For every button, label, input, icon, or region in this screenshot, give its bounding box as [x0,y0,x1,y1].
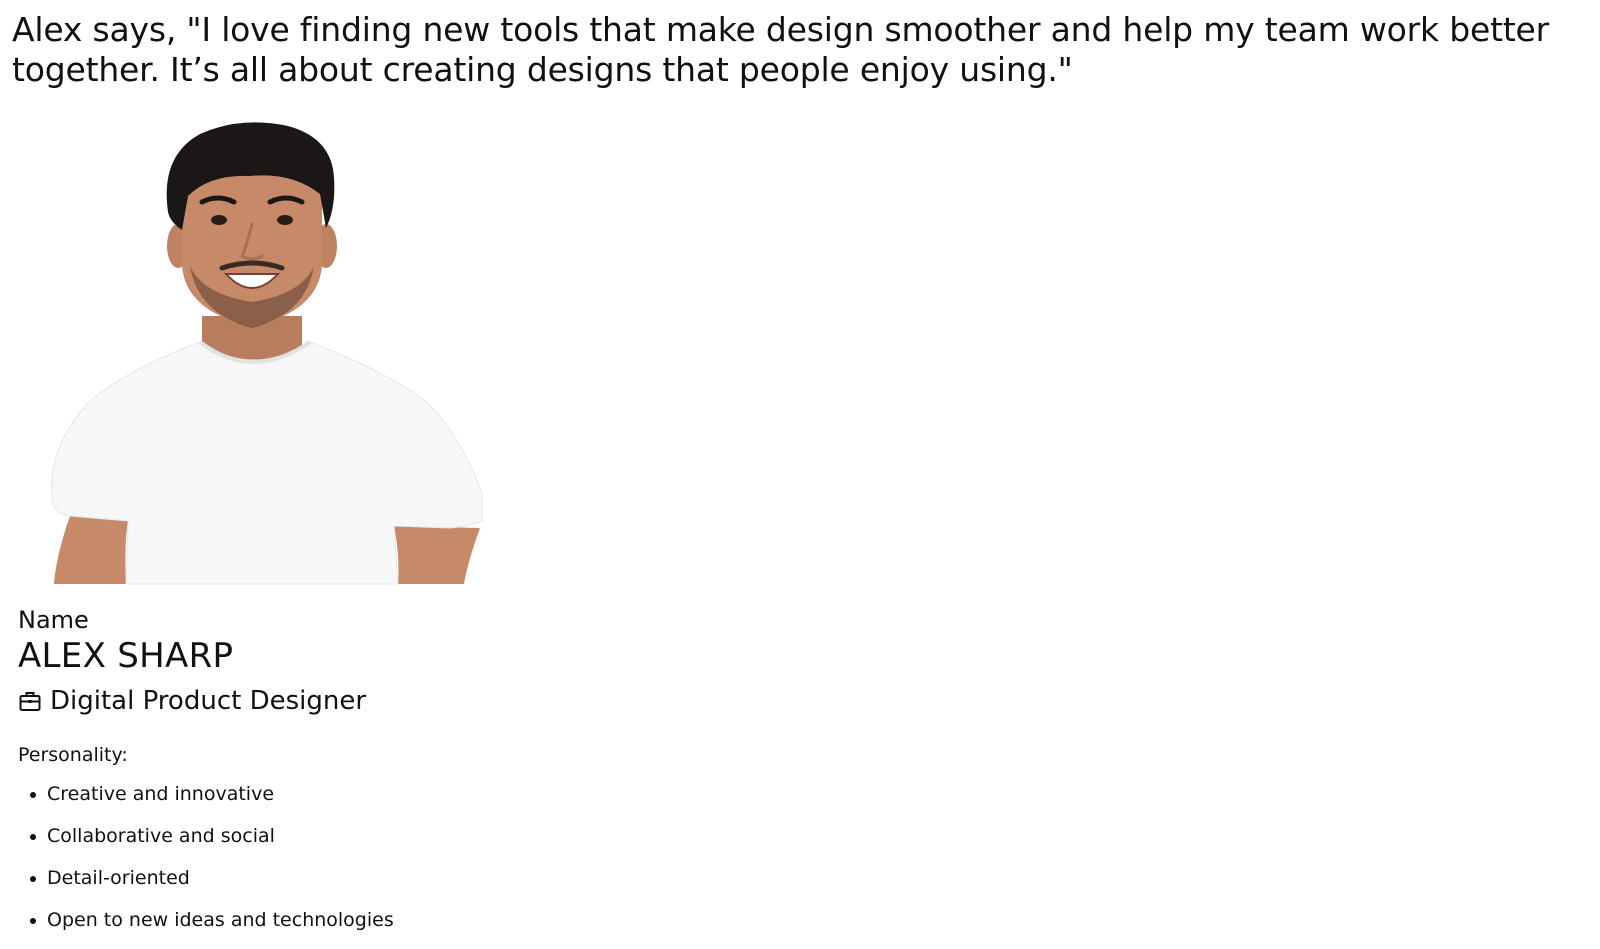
personality-heading: Personality: [18,744,128,766]
personality-item: Detail-oriented [18,865,394,907]
persona-name: ALEX SHARP [18,636,234,676]
person-photo-illustration [51,122,483,585]
persona-role: Digital Product Designer [18,685,366,717]
personality-item: Creative and innovative [18,781,394,823]
briefcase-icon [18,689,42,713]
personality-item: Collaborative and social [18,823,394,865]
role-text: Digital Product Designer [50,686,367,716]
name-label: Name [18,606,89,634]
personality-list: Creative and innovative Collaborative an… [18,781,394,949]
personality-item: Open to new ideas and technologies [18,907,394,949]
profile-photo [30,116,500,596]
persona-quote: Alex says, "I love finding new tools tha… [12,10,1550,89]
